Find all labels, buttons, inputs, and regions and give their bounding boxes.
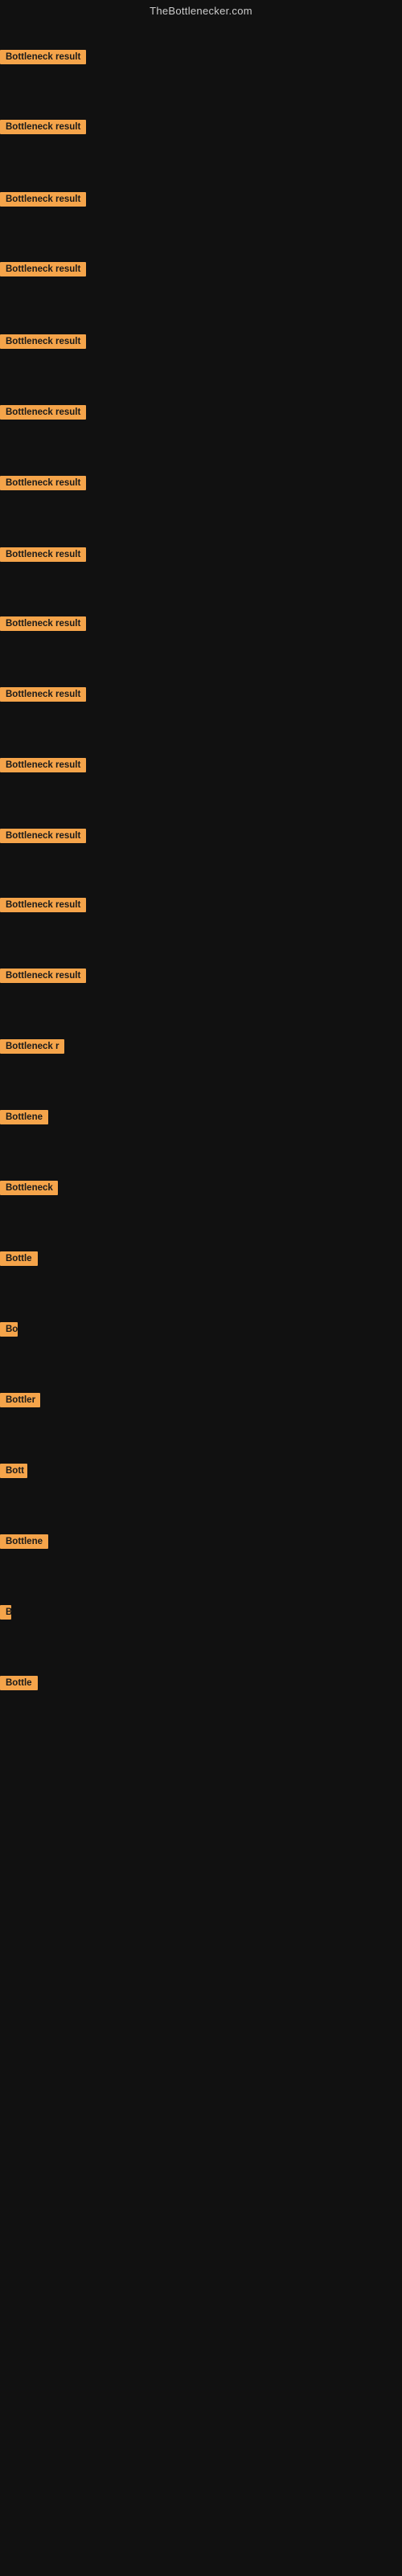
bottleneck-result-row: Bottleneck result [0,547,86,566]
bottleneck-result-label[interactable]: Bottleneck result [0,476,86,490]
bottleneck-result-label[interactable]: Bottle [0,1251,38,1266]
bottleneck-result-row: Bottleneck r [0,1039,64,1058]
bottleneck-result-row: Bottleneck [0,1181,58,1199]
bottleneck-result-label[interactable]: Bott [0,1464,27,1478]
bottleneck-result-label[interactable]: Bottlene [0,1110,48,1124]
bottleneck-result-row: Bottlene [0,1534,48,1553]
bottleneck-result-label[interactable]: Bottleneck result [0,616,86,631]
bottleneck-result-label[interactable]: Bottleneck result [0,898,86,912]
bottleneck-result-row: Bottleneck result [0,687,86,706]
bottleneck-result-label[interactable]: Bottler [0,1393,40,1407]
bottleneck-result-label[interactable]: B [0,1605,11,1620]
bottleneck-result-row: Bott [0,1464,27,1482]
bottleneck-result-label[interactable]: Bottleneck result [0,547,86,562]
site-title: TheBottlenecker.com [0,0,402,20]
bottleneck-result-label[interactable]: Bottleneck result [0,829,86,843]
bottleneck-result-row: B [0,1605,11,1624]
bottleneck-result-label[interactable]: Bottlene [0,1534,48,1549]
bottleneck-result-row: Bottleneck result [0,969,86,987]
bottleneck-result-label[interactable]: Bottleneck result [0,262,86,276]
bottleneck-result-label[interactable]: Bottleneck result [0,50,86,64]
bottleneck-result-row: Bottleneck result [0,476,86,494]
bottleneck-result-row: Bottleneck result [0,898,86,916]
bottleneck-result-row: Bottler [0,1393,40,1411]
bottleneck-result-row: Bottleneck result [0,50,86,68]
bottleneck-result-label[interactable]: Bottleneck result [0,334,86,349]
bottleneck-result-row: Bottle [0,1676,38,1694]
bottleneck-result-row: Bottleneck result [0,120,86,138]
bottleneck-result-row: Bottlene [0,1110,48,1128]
bottleneck-result-label[interactable]: Bottle [0,1676,38,1690]
bottleneck-result-row: Bottleneck result [0,192,86,211]
bottleneck-result-row: Bottleneck result [0,829,86,847]
bottleneck-result-label[interactable]: Bottleneck result [0,758,86,772]
bottleneck-result-row: Bottleneck result [0,262,86,281]
bottleneck-result-row: Bottleneck result [0,334,86,353]
bottleneck-result-label[interactable]: Bottleneck result [0,687,86,702]
bottleneck-result-label[interactable]: Bottleneck result [0,405,86,420]
bottleneck-result-label[interactable]: Bottleneck result [0,120,86,134]
bottleneck-result-row: Bottleneck result [0,405,86,424]
bottleneck-result-row: Bottleneck result [0,616,86,635]
bottleneck-result-label[interactable]: Bottleneck result [0,969,86,983]
bottleneck-result-label[interactable]: Bottleneck [0,1181,58,1195]
bottleneck-result-label[interactable]: Bo [0,1322,18,1337]
bottleneck-result-row: Bo [0,1322,18,1341]
bottleneck-result-label[interactable]: Bottleneck result [0,192,86,207]
bottleneck-result-row: Bottle [0,1251,38,1270]
bottleneck-result-row: Bottleneck result [0,758,86,776]
bottleneck-result-label[interactable]: Bottleneck r [0,1039,64,1054]
